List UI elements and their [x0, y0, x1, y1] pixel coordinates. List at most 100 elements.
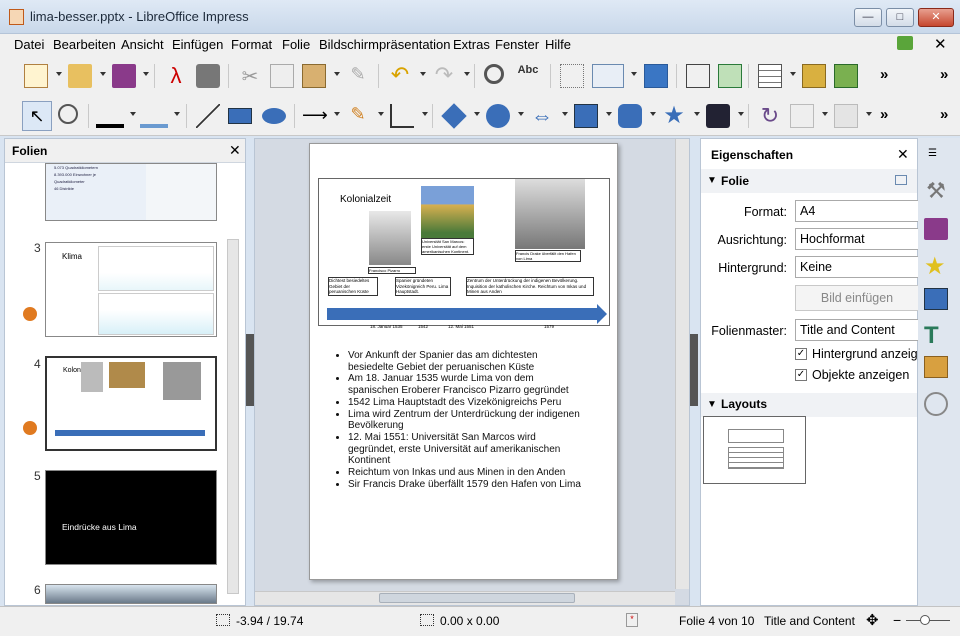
slide-thumb-4[interactable]: Kolonialzeit: [45, 356, 217, 451]
start-presentation-icon[interactable]: [686, 64, 710, 88]
timeline-arrow[interactable]: [327, 308, 599, 320]
horizontal-scrollbar[interactable]: [255, 591, 675, 605]
more-drawing-icon[interactable]: »: [880, 106, 888, 123]
event-box-2[interactable]: Spanier gründeten Vizekönigreich Peru. L…: [395, 277, 451, 296]
layout-title-content[interactable]: [703, 416, 806, 484]
arrow-line-icon[interactable]: ⟶: [302, 104, 328, 128]
master-slides-icon[interactable]: [924, 218, 948, 240]
bullet-item[interactable]: 12. Mai 1551: Universität San Marcos wir…: [348, 432, 582, 467]
media-icon[interactable]: [834, 64, 858, 88]
menu-datei[interactable]: Datei: [14, 37, 44, 52]
menu-ansicht[interactable]: Ansicht: [121, 37, 164, 52]
basic-shapes-icon[interactable]: [441, 103, 467, 129]
bullet-list[interactable]: Vor Ankunft der Spanier das am dichteste…: [340, 350, 582, 490]
fill-color-icon[interactable]: [140, 104, 168, 128]
menu-fenster[interactable]: Fenster: [495, 37, 539, 52]
print-icon[interactable]: [196, 64, 220, 88]
slide-icon[interactable]: [644, 64, 668, 88]
event-box-3[interactable]: Zentrum der Unterdrückung der indigenen …: [466, 277, 594, 296]
more-tools-icon[interactable]: »: [880, 66, 888, 83]
save-icon[interactable]: [112, 64, 136, 88]
callouts-icon[interactable]: [618, 104, 642, 128]
rectangle-icon[interactable]: [228, 108, 252, 124]
minimize-button[interactable]: —: [854, 8, 882, 27]
status-layout[interactable]: Title and Content: [764, 614, 855, 628]
stars-icon[interactable]: ★: [662, 104, 686, 128]
horizontal-scroll-thumb[interactable]: [379, 593, 575, 603]
caption-drake[interactable]: Francis Drake überfällt den Hafen von Li…: [515, 250, 581, 262]
slide-thumb-3[interactable]: Klima: [45, 242, 217, 337]
section-folie[interactable]: Folie: [721, 174, 749, 188]
open-icon[interactable]: [68, 64, 92, 88]
bullet-item[interactable]: Lima wird Zentrum der Unterdrückung der …: [348, 409, 582, 432]
paste-icon[interactable]: [302, 64, 326, 88]
export-pdf-icon[interactable]: λ: [164, 64, 188, 88]
zoom-slider-thumb[interactable]: [920, 615, 930, 625]
university-image[interactable]: [421, 186, 474, 238]
bullet-item[interactable]: Sir Francis Drake überfällt 1579 den Haf…: [348, 479, 582, 491]
more-tools-icon-2[interactable]: »: [940, 66, 948, 83]
menu-bearbeiten[interactable]: Bearbeiten: [53, 37, 116, 52]
redo-icon[interactable]: ↷: [432, 64, 456, 88]
spelling-icon[interactable]: Abc: [516, 64, 540, 88]
close-sidebar-icon[interactable]: ✕: [897, 146, 909, 163]
zoom-slider[interactable]: [906, 615, 950, 625]
slide-transition-icon[interactable]: [924, 288, 948, 310]
block-arrows-icon[interactable]: ⇔: [530, 104, 554, 128]
bullet-item[interactable]: 1542 Lima Hauptstadt des Vizekönigreichs…: [348, 397, 582, 409]
bullet-item[interactable]: Reichtum von Inkas und aus Minen in den …: [348, 467, 582, 479]
line-icon[interactable]: [196, 104, 220, 128]
animation-icon[interactable]: ★: [924, 252, 946, 281]
start-current-icon[interactable]: [718, 64, 742, 88]
close-document-icon[interactable]: ✕: [934, 35, 947, 53]
clone-format-icon[interactable]: ✎: [346, 64, 370, 88]
bullet-item[interactable]: Vor Ankunft der Spanier das am dichteste…: [348, 350, 582, 373]
arrange-icon[interactable]: [834, 104, 858, 128]
more-drawing-icon-2[interactable]: »: [940, 106, 948, 123]
slide-title[interactable]: Kolonialzeit: [340, 194, 391, 205]
undo-icon[interactable]: ↶: [388, 64, 412, 88]
fit-slide-icon[interactable]: ✥: [866, 611, 879, 629]
symbol-shapes-icon[interactable]: [486, 104, 510, 128]
drake-ships-image[interactable]: [515, 179, 585, 249]
vertical-scrollbar[interactable]: [675, 139, 689, 589]
connector-icon[interactable]: [390, 104, 414, 128]
rotate-icon[interactable]: ↻: [758, 104, 782, 128]
styles-icon[interactable]: T: [924, 322, 939, 350]
grid-icon[interactable]: [560, 64, 584, 88]
bullet-item[interactable]: Am 18. Januar 1535 wurde Lima von dem sp…: [348, 373, 582, 396]
slides-scrollbar[interactable]: [227, 239, 239, 594]
slide-thumb-6[interactable]: [45, 584, 217, 604]
format-select[interactable]: A4: [795, 200, 919, 222]
insert-image-button[interactable]: Bild einfügen: [795, 285, 919, 311]
caption-university[interactable]: Universität San Marcos: erste Universitä…: [421, 238, 474, 255]
collapse-layouts-icon[interactable]: ▼: [707, 399, 717, 410]
close-window-button[interactable]: ✕: [918, 8, 954, 27]
show-objects-checkbox[interactable]: ✓: [795, 369, 807, 381]
slide-thumb-5[interactable]: Eindrücke aus Lima: [45, 470, 217, 565]
collapse-right-handle[interactable]: [690, 334, 698, 406]
display-views-icon[interactable]: [592, 64, 624, 88]
select-icon[interactable]: ↖: [22, 101, 52, 131]
find-replace-icon[interactable]: [484, 64, 504, 84]
menu-format[interactable]: Format: [231, 37, 272, 52]
more-options-icon[interactable]: [895, 175, 907, 185]
menu-hilfe[interactable]: Hilfe: [545, 37, 571, 52]
flowchart-icon[interactable]: [574, 104, 598, 128]
menu-einfuegen[interactable]: Einfügen: [172, 37, 223, 52]
align-icon[interactable]: [790, 104, 814, 128]
orientation-select[interactable]: Hochformat: [795, 228, 919, 250]
navigator-icon[interactable]: [924, 392, 948, 416]
collapse-left-handle[interactable]: [246, 334, 254, 406]
maximize-button[interactable]: □: [886, 8, 914, 27]
gallery-icon[interactable]: [924, 356, 948, 378]
curve-icon[interactable]: ✎: [346, 104, 370, 128]
ellipse-icon[interactable]: [262, 108, 286, 124]
menu-extras[interactable]: Extras: [453, 37, 490, 52]
section-layouts[interactable]: Layouts: [721, 397, 767, 411]
copy-icon[interactable]: [270, 64, 294, 88]
line-color-icon[interactable]: [96, 104, 124, 128]
zoom-out-icon[interactable]: −: [893, 612, 901, 628]
cut-icon[interactable]: ✂: [238, 64, 262, 88]
properties-icon[interactable]: ⚒: [922, 178, 950, 206]
